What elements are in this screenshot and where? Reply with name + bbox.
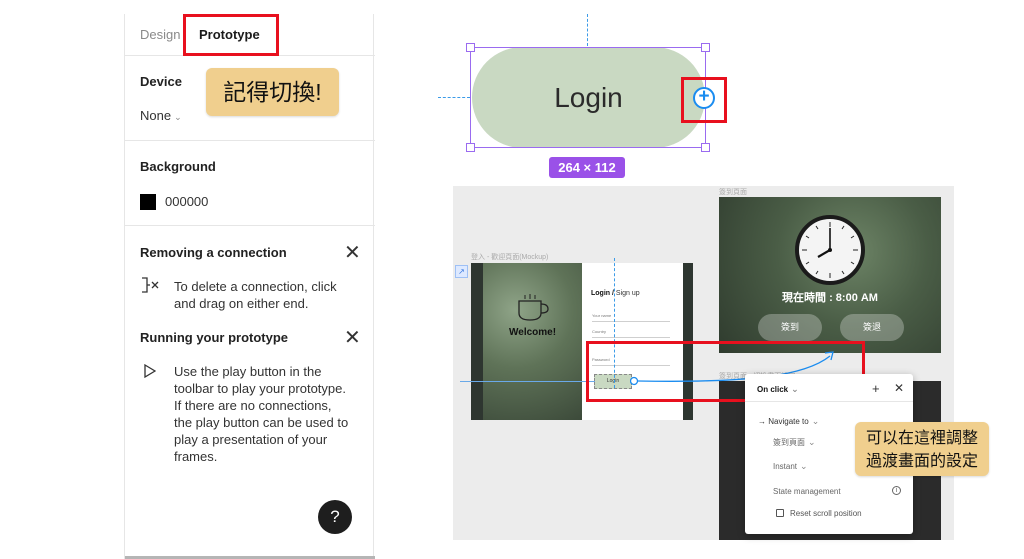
dimensions-badge: 264 × 112 (549, 157, 625, 178)
resize-handle[interactable] (701, 43, 710, 52)
resize-handle[interactable] (466, 43, 475, 52)
help-line: toolbar to play your prototype. (174, 381, 346, 396)
help-line: the play button can be used to (174, 415, 349, 430)
field-line (592, 321, 670, 322)
help-line: If there are no connections, (174, 398, 332, 413)
chevron-down-icon: ⌄ (800, 461, 808, 471)
guide-line (587, 14, 588, 46)
transition-settings-callout: 可以在這裡調整 過渡畫面的設定 (855, 422, 989, 476)
switch-reminder-callout: 記得切換! (206, 68, 339, 116)
help-line: frames. (174, 449, 218, 464)
leaf-photo (471, 263, 582, 420)
info-icon[interactable]: i (892, 486, 901, 495)
selection-outline (470, 47, 706, 148)
background-color-swatch[interactable] (140, 194, 156, 210)
guide-line (438, 97, 470, 98)
checkin-frame[interactable]: 現在時間 : 8:00 AM 簽到 簽退 (719, 197, 941, 353)
clock-icon (795, 215, 865, 285)
destination-value: 簽到頁面 (773, 438, 805, 447)
action-value: Navigate to (768, 417, 809, 426)
running-prototype-title: Running your prototype (140, 330, 289, 345)
photo-edge (471, 263, 483, 420)
state-management-label: State management (773, 487, 841, 496)
running-prototype-text: Use the play button in the toolbar to pl… (174, 363, 348, 465)
login-title: Login / (591, 290, 614, 297)
frame-label-clock: 簽到頁面 (719, 189, 747, 196)
divider (125, 225, 375, 226)
action-select[interactable]: → Navigate to ⌄ (758, 416, 819, 427)
reset-scroll-label: Reset scroll position (790, 509, 862, 518)
frame-flow-icon[interactable]: ↗ (455, 265, 468, 278)
close-icon[interactable]: ✕ (894, 382, 904, 394)
welcome-text: Welcome! (509, 327, 557, 338)
divider (125, 140, 375, 141)
help-line: and drag on either end. (174, 296, 309, 311)
reset-scroll-checkbox[interactable] (776, 509, 784, 517)
close-icon[interactable]: ✕ (344, 328, 361, 348)
frame-label-mockup: 登入 - 歡迎頁面(Mockup) (471, 254, 549, 261)
callout-line: 可以在這裡調整 (865, 430, 978, 447)
guide-line (460, 381, 595, 382)
chevron-down-icon: ⌄ (811, 416, 820, 426)
chevron-down-icon: ⌄ (808, 437, 816, 447)
device-value: None (140, 108, 172, 123)
field-line (592, 337, 670, 338)
highlight-box (681, 77, 727, 123)
help-line: play a presentation of your (174, 432, 328, 447)
chevron-down-icon: ⌄ (174, 112, 182, 122)
disconnect-icon (142, 277, 159, 293)
animation-select[interactable]: Instant ⌄ (773, 461, 808, 472)
close-icon[interactable]: ✕ (344, 243, 361, 263)
arrow-right-icon: → (758, 417, 766, 426)
removing-connection-title: Removing a connection (140, 245, 287, 260)
tab-design[interactable]: Design (140, 27, 180, 42)
resize-handle[interactable] (701, 143, 710, 152)
animation-value: Instant (773, 462, 798, 471)
play-icon (144, 364, 156, 378)
help-line: Use the play button in the (174, 364, 322, 379)
current-time-text: 現在時間 : 8:00 AM (782, 292, 878, 304)
clock-face (802, 222, 858, 278)
help-button[interactable]: ? (318, 500, 352, 534)
removing-connection-text: To delete a connection, click and drag o… (174, 278, 337, 312)
highlight-box (183, 14, 279, 56)
checkin-button[interactable]: 簽到 (758, 314, 822, 341)
help-line: To delete a connection, click (174, 279, 337, 294)
trigger-value: On click (757, 385, 789, 394)
field-label: Country (592, 329, 607, 334)
login-signup-title: Login / Sign up (591, 290, 640, 297)
background-title: Background (140, 159, 216, 174)
cup-icon (518, 294, 549, 321)
field-label: Your name (592, 313, 612, 318)
checkout-button[interactable]: 簽退 (840, 314, 904, 341)
callout-line: 過渡畫面的設定 (865, 453, 978, 470)
destination-select[interactable]: 簽到頁面 ⌄ (773, 437, 816, 448)
signup-title: Sign up (613, 290, 640, 297)
device-select[interactable]: None ⌄ (140, 108, 182, 123)
chevron-down-icon: ⌄ (791, 384, 799, 394)
add-icon[interactable]: + (872, 382, 880, 395)
background-hex[interactable]: 000000 (165, 194, 208, 209)
trigger-select[interactable]: On click ⌄ (757, 384, 799, 395)
device-title: Device (140, 74, 182, 89)
resize-handle[interactable] (466, 143, 475, 152)
